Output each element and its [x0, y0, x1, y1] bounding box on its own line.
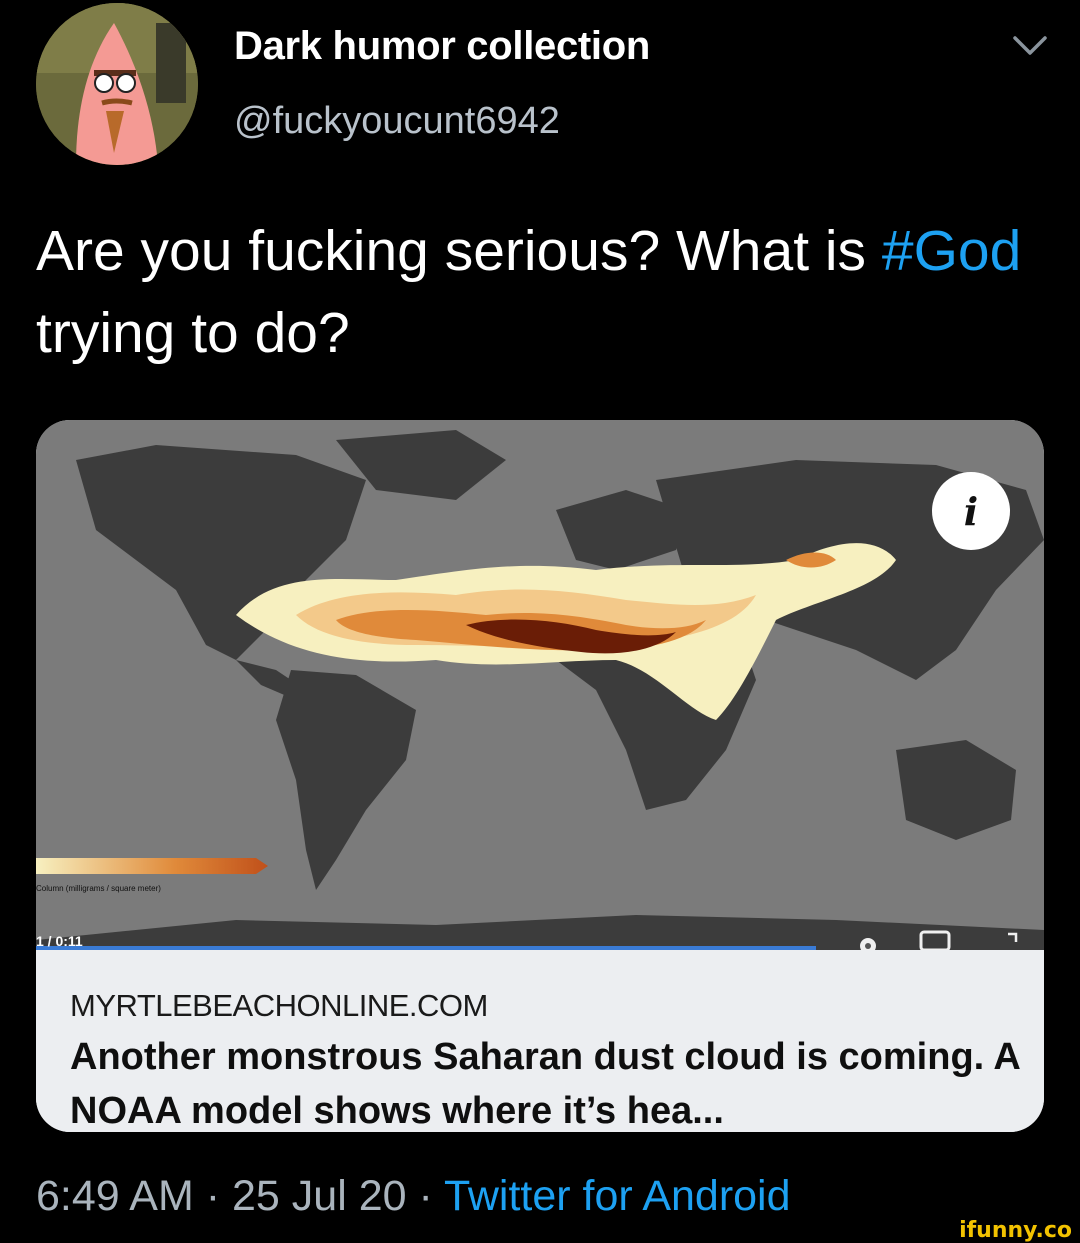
card-title[interactable]: Another monstrous Saharan dust cloud is … — [70, 1030, 1030, 1132]
separator: · — [205, 1172, 221, 1220]
card-domain: MYRTLEBEACHONLINE.COM — [70, 988, 488, 1023]
display-name[interactable]: Dark humor collection — [234, 24, 650, 69]
avatar[interactable] — [36, 3, 198, 165]
separator: · — [418, 1172, 433, 1220]
tweet-time: 6:49 AM — [36, 1172, 194, 1220]
dust-map-image — [36, 420, 1044, 950]
watermark-logo: ifunny.co — [959, 1218, 1072, 1243]
info-icon[interactable]: i — [932, 472, 1010, 550]
hashtag-link[interactable]: #God — [882, 219, 1021, 283]
avatar-image — [36, 3, 198, 165]
link-card[interactable]: Column (milligrams / square meter) 1 / 0… — [36, 420, 1044, 1132]
card-body[interactable]: MYRTLEBEACHONLINE.COM Another monstrous … — [36, 950, 1044, 1132]
user-handle[interactable]: @fuckyoucunt6942 — [234, 100, 560, 143]
tweet-source-link[interactable]: Twitter for Android — [444, 1172, 791, 1220]
tweet-date: 25 Jul 20 — [232, 1172, 407, 1220]
tweet-text: Are you fucking serious? What is #God tr… — [36, 210, 1046, 374]
tweet-text-part: trying to do? — [36, 301, 350, 365]
map-legend-label: Column (milligrams / square meter) — [36, 884, 161, 893]
tweet-text-part: Are you fucking serious? What is — [36, 219, 882, 283]
chevron-down-icon[interactable] — [1012, 34, 1048, 58]
player-progress: 1 / 0:11 — [36, 933, 83, 949]
tweet-footer: 6:49 AM · 25 Jul 20 · Twitter for Androi… — [36, 1172, 791, 1221]
